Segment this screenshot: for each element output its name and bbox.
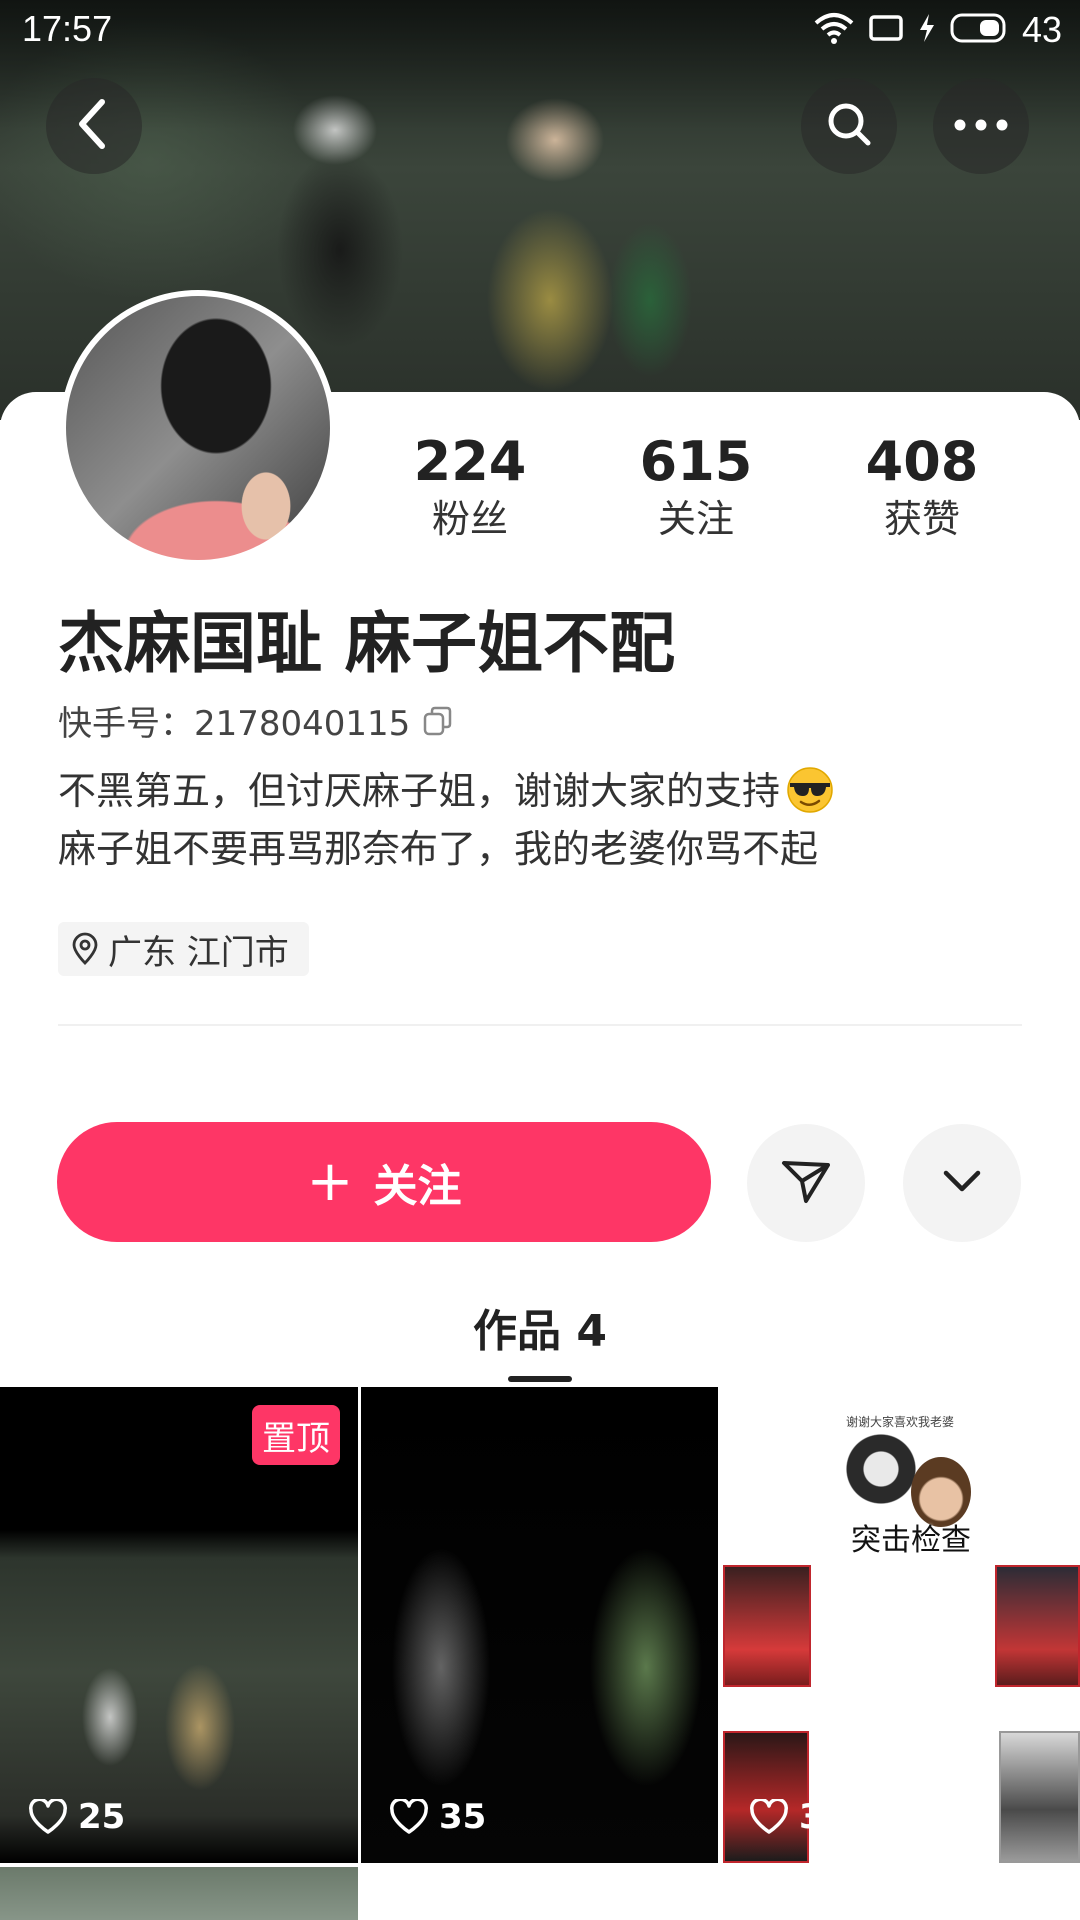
bio-line-2: 麻子姐不要再骂那奈布了，我的老婆你骂不起 xyxy=(58,827,819,871)
heart-icon xyxy=(28,1799,68,1835)
tab-works-indicator xyxy=(508,1376,572,1382)
like-count: 35 xyxy=(389,1797,486,1837)
work-tile-2[interactable]: 35 xyxy=(361,1387,718,1863)
follow-button-label: 关注 xyxy=(373,1161,462,1212)
character-card xyxy=(999,1731,1080,1863)
stat-likes[interactable]: 408 获赞 xyxy=(832,430,1012,544)
copy-icon[interactable] xyxy=(422,705,454,737)
wifi-icon xyxy=(814,11,854,49)
tile-3-title: 谢谢大家喜欢我老婆 xyxy=(846,1415,955,1429)
character-card xyxy=(723,1565,811,1687)
stat-likes-value: 408 xyxy=(865,430,979,493)
send-icon xyxy=(780,1157,832,1209)
bio-line-1-text: 不黑第五，但讨厌麻子姐，谢谢大家的支持 xyxy=(58,769,781,813)
panda-sticker xyxy=(841,1429,921,1509)
character-card xyxy=(995,1565,1080,1687)
battery-level: 43 xyxy=(1021,9,1062,50)
pinned-badge: 置顶 xyxy=(252,1405,340,1465)
work-tile-3[interactable]: 谢谢大家喜欢我老婆 突击检查 36 xyxy=(721,1387,1080,1863)
back-arrow-icon xyxy=(74,98,114,154)
share-button[interactable] xyxy=(747,1124,865,1242)
more-dots-icon xyxy=(953,117,1009,136)
work-tile-4[interactable] xyxy=(0,1867,358,1920)
work-tile-1[interactable]: 置顶 25 xyxy=(0,1387,358,1863)
expand-button[interactable] xyxy=(903,1124,1021,1242)
profile-nickname: 杰麻国耻 麻子姐不配 xyxy=(58,605,675,682)
kwai-id-text: 快手号：2178040115 xyxy=(58,704,411,744)
search-button[interactable] xyxy=(801,78,897,174)
status-icons: 43 xyxy=(814,8,1062,52)
plus-icon: + xyxy=(306,1149,354,1214)
follow-button[interactable]: + 关注 xyxy=(57,1122,711,1242)
like-count-value: 36 xyxy=(799,1797,847,1837)
bio-line-1: 不黑第五，但讨厌麻子姐，谢谢大家的支持 xyxy=(58,762,834,820)
heart-icon xyxy=(749,1799,789,1835)
stat-followers-label: 粉丝 xyxy=(431,497,508,541)
sunglasses-emoji-icon xyxy=(786,766,834,814)
location-text: 广东 江门市 xyxy=(108,932,289,973)
works-grid: 置顶 25 35 谢谢大家喜欢我老婆 突击检查 36 xyxy=(0,1387,1080,1920)
divider xyxy=(58,1024,1022,1026)
stat-following[interactable]: 615 关注 xyxy=(606,430,786,544)
battery-icon xyxy=(950,12,1008,48)
stat-following-label: 关注 xyxy=(657,497,734,541)
profile-bio: 不黑第五，但讨厌麻子姐，谢谢大家的支持 麻子姐不要再骂那奈布了，我的老婆你骂不起 xyxy=(58,762,834,878)
location-pin-icon xyxy=(70,932,100,966)
chevron-down-icon xyxy=(940,1167,984,1199)
tile-3-caption: 突击检查 xyxy=(851,1523,971,1558)
stat-following-value: 615 xyxy=(639,430,753,493)
status-bar: 17:57 43 xyxy=(0,0,1080,60)
stat-likes-label: 获赞 xyxy=(883,497,960,541)
stat-followers-value: 224 xyxy=(413,430,527,493)
heart-icon xyxy=(389,1799,429,1835)
stat-followers[interactable]: 224 粉丝 xyxy=(380,430,560,544)
tab-works[interactable]: 作品 4 xyxy=(0,1295,1080,1359)
more-button[interactable] xyxy=(933,78,1029,174)
back-button[interactable] xyxy=(46,78,142,174)
status-time: 17:57 xyxy=(22,8,113,49)
screen-icon xyxy=(868,13,904,47)
like-count-value: 35 xyxy=(439,1797,487,1837)
avatar[interactable] xyxy=(60,290,336,566)
profile-stats: 224 粉丝 615 关注 408 获赞 xyxy=(380,430,1060,550)
charging-icon xyxy=(918,13,936,47)
kwai-id: 快手号：2178040115 xyxy=(58,696,454,745)
like-count: 25 xyxy=(28,1797,125,1837)
search-icon xyxy=(824,99,874,153)
like-count-value: 25 xyxy=(78,1797,126,1837)
like-count: 36 xyxy=(749,1797,846,1837)
location-tag[interactable]: 广东 江门市 xyxy=(58,922,309,976)
